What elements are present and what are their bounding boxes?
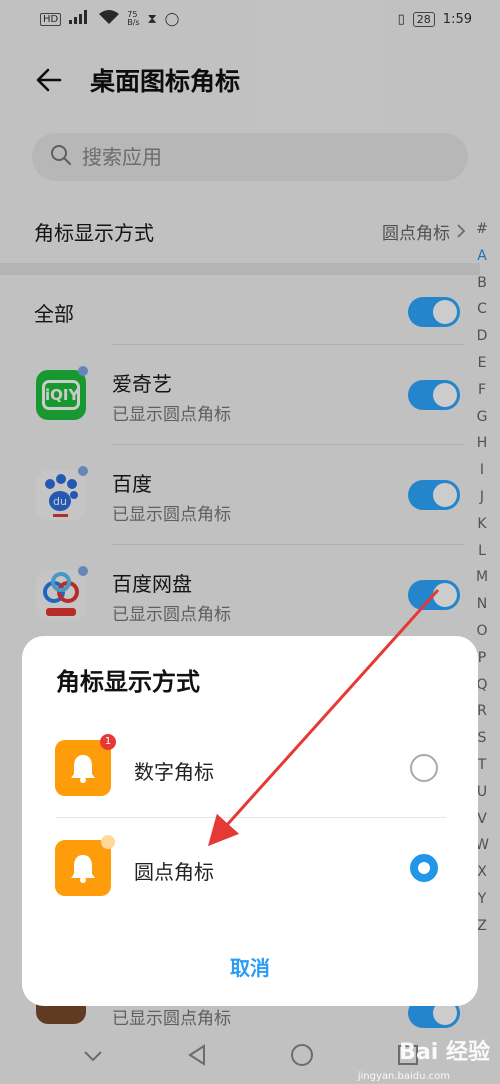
annotation-arrow: [207, 588, 440, 847]
watermark: Bai 经验: [399, 1040, 490, 1065]
watermark-url: jingyan.baidu.com: [357, 1071, 450, 1082]
